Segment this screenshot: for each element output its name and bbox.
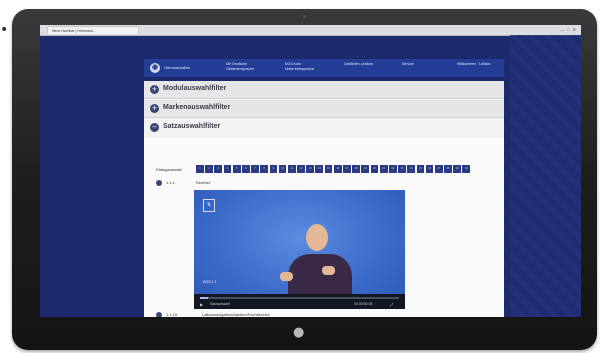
filter-item[interactable]: 16 [333, 165, 342, 173]
filter-item[interactable]: 6 [241, 165, 250, 173]
signer-head [306, 224, 328, 251]
window-buttons[interactable]: — □ ✕ [560, 27, 577, 32]
filter-item[interactable]: 21 [379, 165, 388, 173]
entry-number: 1.1.1 [166, 180, 175, 185]
entry-number: 1.1.15 [166, 312, 178, 317]
video-badge-icon: ⇅ [203, 199, 215, 212]
filter-item[interactable]: 18 [352, 165, 360, 173]
filter-item[interactable]: 19 [361, 165, 370, 173]
filter-item[interactable]: 8 [260, 165, 269, 173]
filter-item[interactable]: 5 [232, 165, 241, 173]
entry-text[interactable]: Lalkaunavigation/Aachen/Fachbereich [202, 312, 270, 317]
filter-item[interactable]: 23 [398, 165, 406, 173]
sentence-filter-panel: Dialogauswahl 1 2 3 4 5 6 7 8 9 10 11 12 13 14 15 16 17 1… [144, 138, 504, 317]
section-title: Modulauswahlfilter [163, 85, 227, 92]
entry-text[interactable]: Rentnet [196, 180, 210, 185]
nav-item-service[interactable]: Service [402, 62, 436, 67]
filter-label: Dialogauswahl [156, 167, 183, 172]
apple-logo-icon: ● [293, 325, 305, 340]
filter-item[interactable]: 25 [416, 165, 425, 173]
filter-item[interactable]: 24 [407, 165, 416, 173]
expand-icon: + [150, 104, 159, 113]
filter-item[interactable]: 27 [434, 165, 443, 173]
section-title: Markenauswahlfilter [163, 104, 231, 111]
filter-item[interactable]: 1 [196, 165, 204, 173]
fullscreen-icon[interactable]: ⤢ [390, 302, 393, 307]
video-time: 00:00/00:08 [354, 302, 373, 306]
nav-item-course[interactable]: DGS Kurs · Unterrichtssprache [285, 62, 319, 71]
filter-item[interactable]: 9 [269, 165, 278, 173]
expand-icon: + [150, 85, 159, 94]
browser-chrome: Neue Nachbar | Hörmodul... — □ ✕ [40, 25, 581, 36]
filter-item[interactable]: 10 [278, 165, 287, 173]
video-controls: ▶ Satzauswahl 00:00/00:08 ⤢ [194, 294, 405, 309]
section-marker-filter[interactable]: + Markenauswahlfilter [144, 100, 504, 118]
entry-bullet-icon[interactable] [156, 312, 162, 317]
filter-item[interactable]: 4 [223, 165, 232, 173]
filter-item[interactable]: 12 [297, 165, 305, 173]
filter-item[interactable]: 30 [462, 165, 471, 173]
filter-item[interactable]: 15 [324, 165, 333, 173]
section-sentence-filter[interactable]: − Satzauswahlfilter [144, 119, 504, 136]
screen: Neue Nachbar | Hörmodul... — □ ✕ ◉ Hörmo… [40, 25, 581, 317]
background-pattern [510, 35, 581, 317]
filter-item[interactable]: 3 [214, 165, 223, 173]
main-content: + Modulauswahlfilter + Markenauswahlfilt… [144, 81, 504, 317]
filter-item[interactable]: 22 [388, 165, 397, 173]
filter-item[interactable]: 14 [315, 165, 324, 173]
video-title: Satzauswahl [210, 302, 230, 306]
filter-item[interactable]: 2 [205, 165, 213, 173]
section-module-filter[interactable]: + Modulauswahlfilter [144, 81, 504, 99]
filter-item[interactable]: 17 [343, 165, 351, 173]
filter-item[interactable]: 28 [444, 165, 452, 173]
section-title: Satzauswahlfilter [163, 123, 221, 130]
top-navigation: ◉ Hörmodulation Die Deutsche Gebärdenspr… [144, 59, 504, 77]
filter-item[interactable]: 7 [251, 165, 259, 173]
video-caption: DGS 1.1 [203, 280, 217, 284]
webcam [303, 15, 306, 18]
monitor-frame: ● Neue Nachbar | Hörmodul... — □ ✕ ◉ Hör… [12, 9, 597, 350]
play-icon[interactable]: ▶ [200, 302, 203, 307]
video-progress-bar[interactable] [200, 297, 399, 299]
nav-item-lexicon[interactable]: Gebärden-Lexikon [344, 62, 378, 67]
collapse-icon: − [150, 123, 159, 132]
site-logo-icon[interactable]: ◉ [150, 63, 160, 73]
filter-item[interactable]: 11 [287, 165, 296, 173]
filter-item[interactable]: 20 [370, 165, 379, 173]
signer-hand-right [322, 266, 335, 275]
nav-item-welcome[interactable]: Willkommen · Lektion [457, 62, 491, 67]
filter-item[interactable]: 26 [425, 165, 434, 173]
video-progress-fill [200, 297, 208, 299]
nav-item-dgs[interactable]: Die Deutsche Gebärdensprache [226, 62, 260, 71]
signer-hand-left [280, 272, 293, 281]
filter-item[interactable]: 13 [306, 165, 315, 173]
browser-tab[interactable]: Neue Nachbar | Hörmodul... [47, 26, 139, 34]
video-player[interactable]: ⇅ DGS 1.1 ▶ Satzauswahl 00:00/00:08 ⤢ [194, 190, 405, 309]
entry-bullet-icon[interactable] [156, 180, 162, 186]
site-brand[interactable]: Hörmodulation [164, 65, 190, 70]
filter-item[interactable]: 29 [453, 165, 462, 173]
filter-grid: 1 2 3 4 5 6 7 8 9 10 11 12 13 14 15 16 17 18 19 20 21 22 23 24 2… [196, 165, 480, 173]
